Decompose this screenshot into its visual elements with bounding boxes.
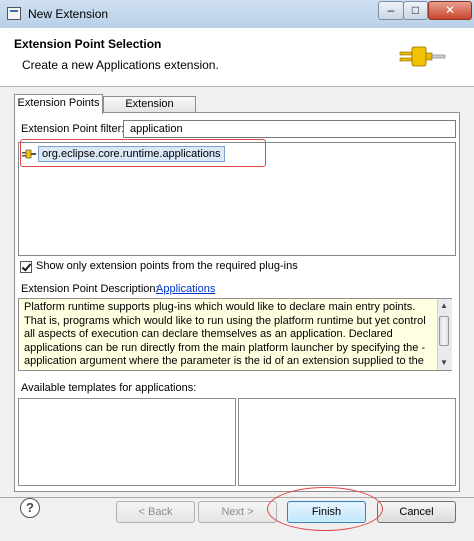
description-label: Extension Point Description:	[21, 283, 159, 295]
maximize-button[interactable]: □	[403, 1, 428, 20]
minimize-button[interactable]: –	[378, 1, 404, 20]
highlight-ellipse	[267, 487, 383, 531]
filter-input[interactable]	[123, 120, 456, 138]
scroll-up-icon[interactable]: ▲	[437, 299, 451, 313]
description-link[interactable]: Applications	[156, 283, 215, 295]
templates-label: Available templates for applications:	[21, 382, 197, 394]
window-title: New Extension	[28, 7, 109, 21]
close-button[interactable]: ✕	[428, 1, 472, 20]
tab-extension-points[interactable]: Extension Points	[14, 94, 103, 114]
scroll-thumb[interactable]	[439, 316, 449, 346]
plug-banner-icon	[399, 46, 446, 67]
description-box: Platform runtime supports plug-ins which…	[18, 298, 452, 371]
templates-list[interactable]	[18, 398, 236, 486]
next-button[interactable]: Next >	[198, 501, 277, 523]
highlight-rectangle	[20, 139, 266, 167]
template-description	[238, 398, 456, 486]
window-icon	[7, 7, 21, 20]
tab-extension-wizards[interactable]: Extension Wizards	[103, 96, 196, 124]
page-description: Create a new Applications extension.	[22, 58, 219, 72]
page-title: Extension Point Selection	[14, 37, 162, 51]
checkbox-label: Show only extension points from the requ…	[36, 260, 298, 272]
description-text: Platform runtime supports plug-ins which…	[24, 301, 429, 370]
scroll-down-icon[interactable]: ▼	[437, 356, 451, 370]
filter-label: Extension Point filter:	[21, 123, 125, 135]
help-icon[interactable]: ?	[20, 498, 40, 518]
cancel-button[interactable]: Cancel	[377, 501, 456, 523]
back-button[interactable]: < Back	[116, 501, 195, 523]
required-plugins-checkbox[interactable]	[20, 261, 32, 273]
